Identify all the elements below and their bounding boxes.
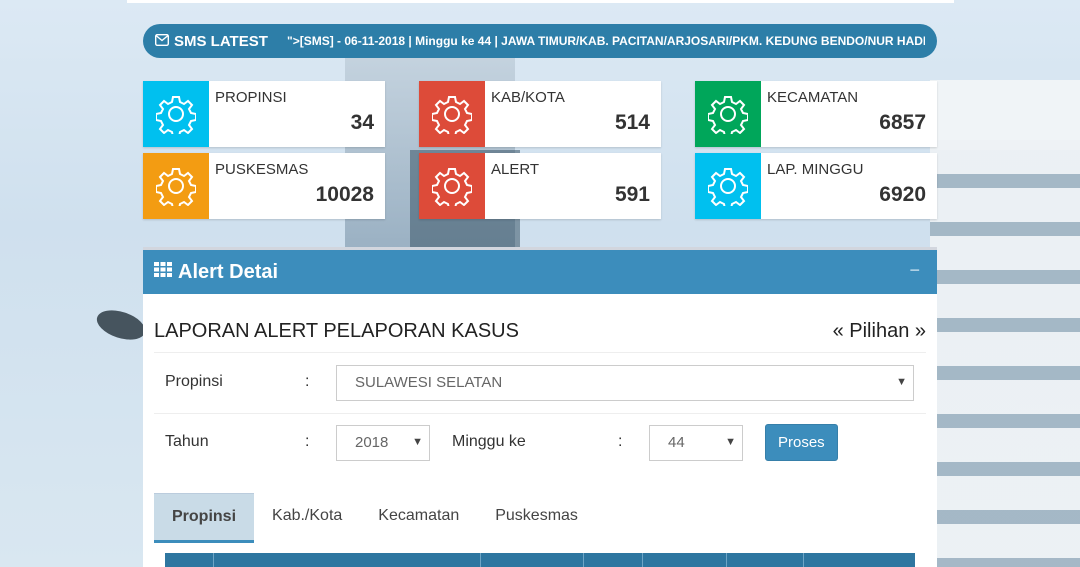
sms-label-group: SMS LATEST [143, 33, 283, 50]
tab-propinsi[interactable]: Propinsi [154, 493, 255, 543]
stat-body: KAB/KOTA 514 [485, 81, 661, 147]
stat-value: 591 [614, 183, 650, 206]
minggu-select-value: 44 [668, 434, 685, 451]
colon: : [305, 373, 310, 390]
top-bar [127, 0, 954, 3]
envelope-icon [154, 33, 170, 50]
sms-ticker: SMS LATEST ">[SMS] - 06-11-2018 | Minggu… [143, 24, 937, 58]
proses-button[interactable]: Proses [765, 424, 838, 461]
table-header-cell [481, 553, 584, 567]
stat-label: PUSKESMAS [215, 161, 309, 178]
table-header [165, 553, 915, 567]
form-row-tahun: Tahun : 2018 ▼ Minggu ke : 44 ▼ Proses [154, 413, 926, 473]
stat-value: 10028 [315, 183, 374, 206]
pilihan-link[interactable]: « Pilihan » [833, 320, 926, 343]
caret-down-icon: ▼ [725, 436, 736, 448]
grid-icon [154, 262, 172, 282]
stat-label: KECAMATAN [767, 89, 859, 106]
report-title: LAPORAN ALERT PELAPORAN KASUS [154, 320, 519, 342]
minggu-select[interactable]: 44 ▼ [649, 425, 743, 461]
stat-body: KECAMATAN 6857 [761, 81, 937, 147]
table-header-cell [214, 553, 481, 567]
table-header-cell [643, 553, 727, 567]
alert-detail-panel: Alert Detai − LAPORAN ALERT PELAPORAN KA… [143, 247, 937, 567]
panel-title: Alert Detai [178, 260, 279, 283]
stat-value: 6857 [879, 111, 926, 134]
stat-kab-kota: KAB/KOTA 514 [419, 81, 661, 147]
stat-body: PUSKESMAS 10028 [209, 153, 385, 219]
panel-header: Alert Detai − [143, 250, 937, 294]
stat-puskesmas: PUSKESMAS 10028 [143, 153, 385, 219]
gear-icon [695, 153, 761, 219]
sms-label: SMS LATEST [174, 32, 268, 50]
propinsi-select[interactable]: SULAWESI SELATAN ▼ [336, 365, 914, 401]
table-header-cell [727, 553, 804, 567]
colon: : [618, 433, 623, 450]
minggu-label: Minggu ke [452, 433, 526, 450]
propinsi-select-value: SULAWESI SELATAN [355, 374, 503, 391]
stat-propinsi: PROPINSI 34 [143, 81, 385, 147]
stat-value: 34 [350, 111, 374, 134]
background-building [930, 140, 1080, 567]
form-row-propinsi: Propinsi : SULAWESI SELATAN ▼ [154, 352, 926, 412]
stat-body: LAP. MINGGU 6920 [761, 153, 937, 219]
tab-kecamatan[interactable]: Kecamatan [360, 493, 477, 543]
table-header-cell [584, 553, 643, 567]
gear-icon [695, 81, 761, 147]
stat-value: 514 [614, 111, 650, 134]
tab-kab-kota[interactable]: Kab./Kota [254, 493, 360, 543]
stat-kecamatan: KECAMATAN 6857 [695, 81, 937, 147]
tab-bar: Propinsi Kab./Kota Kecamatan Puskesmas [154, 493, 596, 543]
gear-icon [143, 153, 209, 219]
stat-label: PROPINSI [215, 89, 287, 106]
table-header-cell [804, 553, 914, 567]
stat-label: KAB/KOTA [491, 89, 565, 106]
caret-down-icon: ▼ [896, 376, 907, 388]
stat-label: LAP. MINGGU [767, 161, 864, 178]
tahun-select-value: 2018 [355, 434, 389, 451]
colon: : [305, 433, 310, 450]
sms-latest-text[interactable]: ">[SMS] - 06-11-2018 | Minggu ke 44 | JA… [283, 34, 925, 48]
stat-body: ALERT 591 [485, 153, 661, 219]
gear-icon [419, 153, 485, 219]
tab-puskesmas[interactable]: Puskesmas [477, 493, 596, 543]
stat-lap-minggu: LAP. MINGGU 6920 [695, 153, 937, 219]
caret-down-icon: ▼ [412, 436, 423, 448]
tahun-label: Tahun [165, 433, 209, 450]
stat-alert: ALERT 591 [419, 153, 661, 219]
background-lamp [93, 304, 149, 346]
tahun-select[interactable]: 2018 ▼ [336, 425, 430, 461]
gear-icon [419, 81, 485, 147]
gear-icon [143, 81, 209, 147]
stat-label: ALERT [491, 161, 540, 178]
collapse-button[interactable]: − [909, 260, 920, 281]
stat-body: PROPINSI 34 [209, 81, 385, 147]
stat-value: 6920 [879, 183, 926, 206]
table-header-cell [165, 553, 214, 567]
propinsi-label: Propinsi [165, 373, 223, 390]
